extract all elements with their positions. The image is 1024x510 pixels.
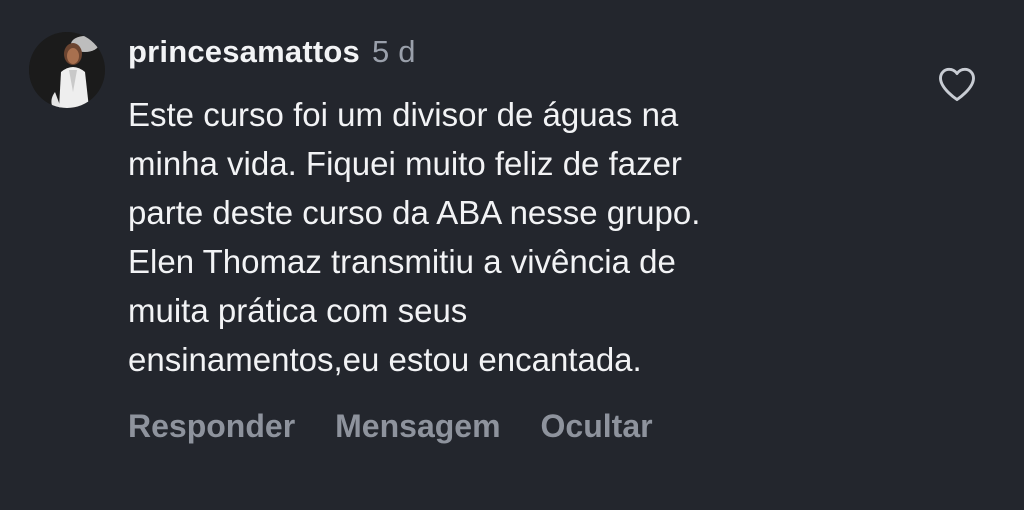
comment-item: princesamattos 5 d Este curso foi um divi…	[0, 0, 1024, 510]
comment-timestamp: 5 d	[371, 34, 416, 69]
comment-actions: Responder Mensagem Ocultar	[128, 408, 653, 445]
avatar-photo	[29, 32, 105, 108]
comment-text-line: muita prática com seus	[128, 292, 468, 329]
username-link[interactable]: princesamattos	[128, 34, 360, 69]
heart-outline-icon	[939, 67, 975, 102]
message-button[interactable]: Mensagem	[335, 408, 500, 445]
hide-button[interactable]: Ocultar	[541, 408, 653, 445]
avatar[interactable]	[29, 32, 105, 108]
comment-text-line: Elen Thomaz transmitiu a vivência de	[128, 243, 676, 280]
comment-text-line: parte deste curso da ABA nesse grupo.	[128, 194, 701, 231]
like-button[interactable]	[935, 62, 979, 106]
comment-text: Este curso foi um divisor de águas na mi…	[128, 90, 908, 384]
comment-text-line: ensinamentos,eu estou encantada.	[128, 341, 642, 378]
comment-text-line: Este curso foi um divisor de águas na	[128, 96, 679, 133]
reply-button[interactable]: Responder	[128, 408, 295, 445]
comment-text-line: minha vida. Fiquei muito feliz de fazer	[128, 145, 682, 182]
comment-header: princesamattos 5 d	[128, 34, 416, 70]
